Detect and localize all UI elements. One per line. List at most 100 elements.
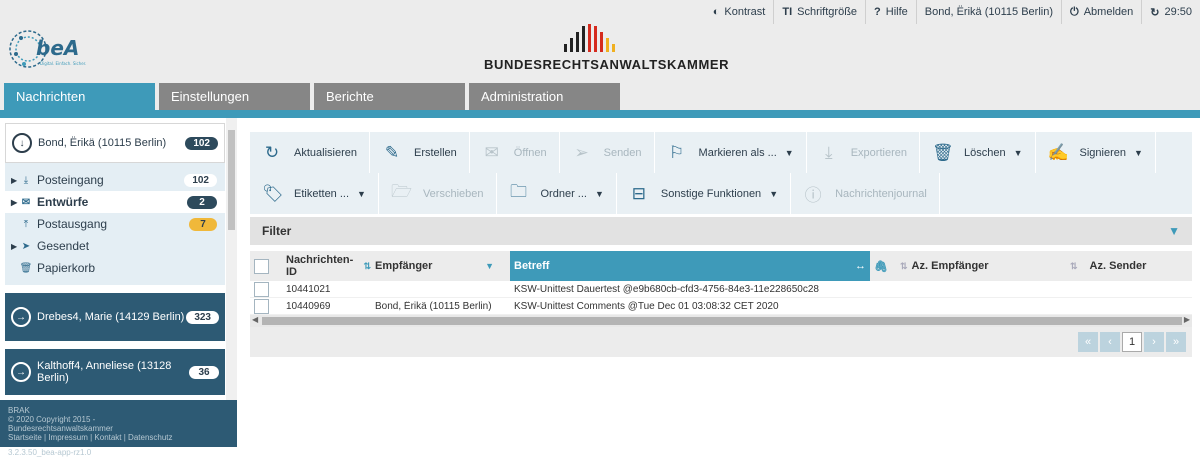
column-header-id[interactable]: Nachrichten-ID ⇅ [282, 251, 371, 281]
send-button[interactable]: ➢ Senden [560, 132, 655, 173]
inbox-icon: ⤓ [23, 174, 29, 186]
attachment-column-header[interactable]: 🖇 [870, 251, 896, 281]
export-button[interactable]: ⤓ Exportieren [807, 132, 920, 173]
folder-icon: 🗀 [510, 182, 527, 201]
send-icon: ➤ [21, 240, 31, 252]
footer-version: 3.2.3.50_bea-app-rz1.0 [8, 448, 92, 457]
table-horizontal-scrollbar[interactable]: ◀ ▶ [250, 315, 1192, 327]
utility-bar: ◐ Kontrast TI Schriftgröße ? Hilfe Bond, Ër… [705, 0, 1200, 24]
last-page-button[interactable]: » [1166, 332, 1186, 352]
nav-underline [0, 110, 1200, 118]
paperclip-icon: 🖇 [874, 260, 888, 273]
select-all-checkbox[interactable] [254, 258, 269, 274]
folder-posteingang[interactable]: ▶ ⤓ Posteingang 102 [5, 169, 225, 191]
cell-betreff: KSW-Unittest Dauertest @e9b680cb-cfd3-47… [514, 283, 819, 295]
caret-square-icon: ⊟ [631, 183, 647, 203]
header: ◐ Kontrast TI Schriftgröße ? Hilfe Bond, Ër… [0, 0, 1200, 110]
tab-berichte[interactable]: Berichte [314, 83, 465, 110]
table-row[interactable]: 10440969 Bond, Ërikä (10115 Berlin) KSW-… [250, 298, 1192, 315]
delete-button[interactable]: 🗑 Löschen ▼ [920, 132, 1036, 173]
folder-postausgang[interactable]: ⤒ Postausgang 7 [5, 213, 225, 235]
labels-button[interactable]: 🏷 Etiketten ... ▼ [250, 173, 379, 214]
help-icon: ? [874, 6, 881, 18]
sign-button[interactable]: ✍ Signieren ▼ [1036, 132, 1156, 173]
bea-logo-graphic: beA Digital. Einfach. Sicher. [9, 30, 86, 68]
header-select-cell [250, 251, 282, 281]
edit-icon: ✍ [1047, 142, 1069, 162]
message-journal-button[interactable]: ⓘ Nachrichtenjournal [791, 173, 940, 214]
refresh-button[interactable]: ↻ Aktualisieren [250, 132, 370, 173]
table-row[interactable]: 10441021 KSW-Unittest Dauertest @e9b680c… [250, 281, 1192, 298]
caret-right-icon[interactable]: ▶ [11, 242, 19, 251]
refresh-icon: ↻ [264, 142, 280, 162]
chevron-down-icon: ▼ [1133, 147, 1143, 158]
first-page-button[interactable]: « [1078, 332, 1098, 352]
other-functions-button[interactable]: ⊟ Sonstige Funktionen ▼ [617, 173, 792, 214]
resize-icon[interactable]: ↔ [855, 260, 866, 272]
scrollbar-thumb[interactable] [228, 130, 235, 230]
column-header-betreff[interactable]: Betreff ↔ [510, 251, 870, 281]
account-kalthoff[interactable]: → Kalthoff4, Anneliese (13128 Berlin) 36 [5, 349, 225, 395]
contrast-button[interactable]: ◐ Kontrast [705, 0, 774, 24]
account-count-badge: 323 [186, 310, 219, 324]
page-number[interactable]: 1 [1122, 332, 1142, 352]
sidebar-scrollbar[interactable] [226, 118, 237, 402]
move-button[interactable]: 🗁 Verschieben [379, 173, 497, 214]
column-header-empfaenger[interactable]: Empfänger ▼ [371, 251, 510, 281]
user-menu[interactable]: Bond, Ërikä (10115 Berlin) [915, 0, 1061, 24]
chevron-down-icon: ▼ [594, 188, 604, 199]
account-drebes[interactable]: → Drebes4, Marie (14129 Berlin) 323 [5, 293, 225, 341]
arrow-right-circle-icon: → [11, 307, 31, 327]
message-table: Nachrichten-ID ⇅ Empfänger ▼ Betreff ↔ 🖇 ⇅ A… [250, 251, 1192, 357]
cell-betreff: KSW-Unittest Comments @Tue Dec 01 03:08:… [514, 300, 779, 312]
toolbar-row-2: 🏷 Etiketten ... ▼ 🗁 Verschieben 🗀 Ordner ...… [250, 173, 1192, 214]
tab-administration[interactable]: Administration [469, 83, 620, 110]
main-nav: Nachrichten Einstellungen Berichte Admin… [0, 83, 624, 110]
caret-right-icon[interactable]: ▶ [11, 176, 19, 185]
bea-logo[interactable]: beA Digital. Einfach. Sicher. [6, 24, 116, 74]
column-header-az-empfaenger[interactable]: ⇅ Az. Empfänger [896, 251, 1066, 281]
account-name: Bond, Ërikä (10115 Berlin) [38, 137, 167, 149]
sidebar: ↓ Bond, Ërikä (10115 Berlin) 102 ▶ ⤓ Pos… [0, 118, 237, 447]
chevron-down-icon: ▼ [1168, 224, 1180, 238]
logout-button[interactable]: ⏻ Abmelden [1061, 0, 1141, 24]
brak-logo-bars [564, 24, 615, 52]
footer-links[interactable]: Startseite | Impressum | Kontakt | Daten… [8, 433, 229, 442]
sort-icon: ⇅ [1070, 260, 1078, 271]
caret-right-icon[interactable]: ▶ [11, 198, 19, 207]
tab-einstellungen[interactable]: Einstellungen [159, 83, 310, 110]
create-button[interactable]: ✎ Erstellen [370, 132, 470, 173]
chevron-down-icon: ▼ [357, 188, 366, 199]
mark-as-button[interactable]: ⚐ Markieren als ... ▼ [655, 132, 807, 173]
tab-nachrichten[interactable]: Nachrichten [4, 83, 155, 110]
footer-brak: BRAK [8, 406, 30, 415]
folder-papierkorb[interactable]: 🗑 Papierkorb [5, 257, 225, 279]
paper-plane-icon: ➢ [574, 142, 589, 162]
folder-gesendet[interactable]: ▶ ➤ Gesendet [5, 235, 225, 257]
filter-bar[interactable]: Filter ▼ [250, 217, 1192, 245]
folder-count-badge: 102 [184, 173, 217, 187]
prev-page-button[interactable]: ‹ [1100, 332, 1120, 352]
folder-button[interactable]: 🗀 Ordner ... ▼ [497, 173, 617, 214]
help-button[interactable]: ? Hilfe [865, 0, 916, 24]
chevron-down-icon: ▼ [784, 147, 794, 158]
pagination: « ‹ 1 › » [250, 327, 1192, 357]
main-content: ↻ Aktualisieren ✎ Erstellen ✉ Öffnen ➢ Sende… [250, 132, 1192, 357]
row-checkbox[interactable] [254, 281, 269, 297]
chevron-down-icon: ▼ [769, 188, 779, 199]
info-icon: ⓘ [804, 186, 822, 205]
scroll-right-icon[interactable]: ▶ [1184, 315, 1190, 324]
row-checkbox[interactable] [254, 298, 269, 314]
cell-id: 10440969 [286, 300, 331, 312]
open-button[interactable]: ✉ Öffnen [470, 132, 560, 173]
account-primary[interactable]: ↓ Bond, Ërikä (10115 Berlin) 102 [5, 123, 225, 163]
folder-entwuerfe[interactable]: ▶ ✉ Entwürfe 2 [5, 191, 225, 213]
font-size-button[interactable]: TI Schriftgröße [773, 0, 865, 24]
scroll-left-icon[interactable]: ◀ [252, 315, 258, 324]
next-page-button[interactable]: › [1144, 332, 1164, 352]
arrow-right-circle-icon: → [11, 362, 31, 382]
session-timer[interactable]: ↻ 29:50 [1141, 0, 1200, 24]
cell-empfaenger: Bond, Ërikä (10115 Berlin) [375, 300, 492, 312]
scrollbar-thumb[interactable] [262, 317, 1182, 325]
column-header-az-sender[interactable]: ⇅ Az. Sender [1066, 251, 1192, 281]
